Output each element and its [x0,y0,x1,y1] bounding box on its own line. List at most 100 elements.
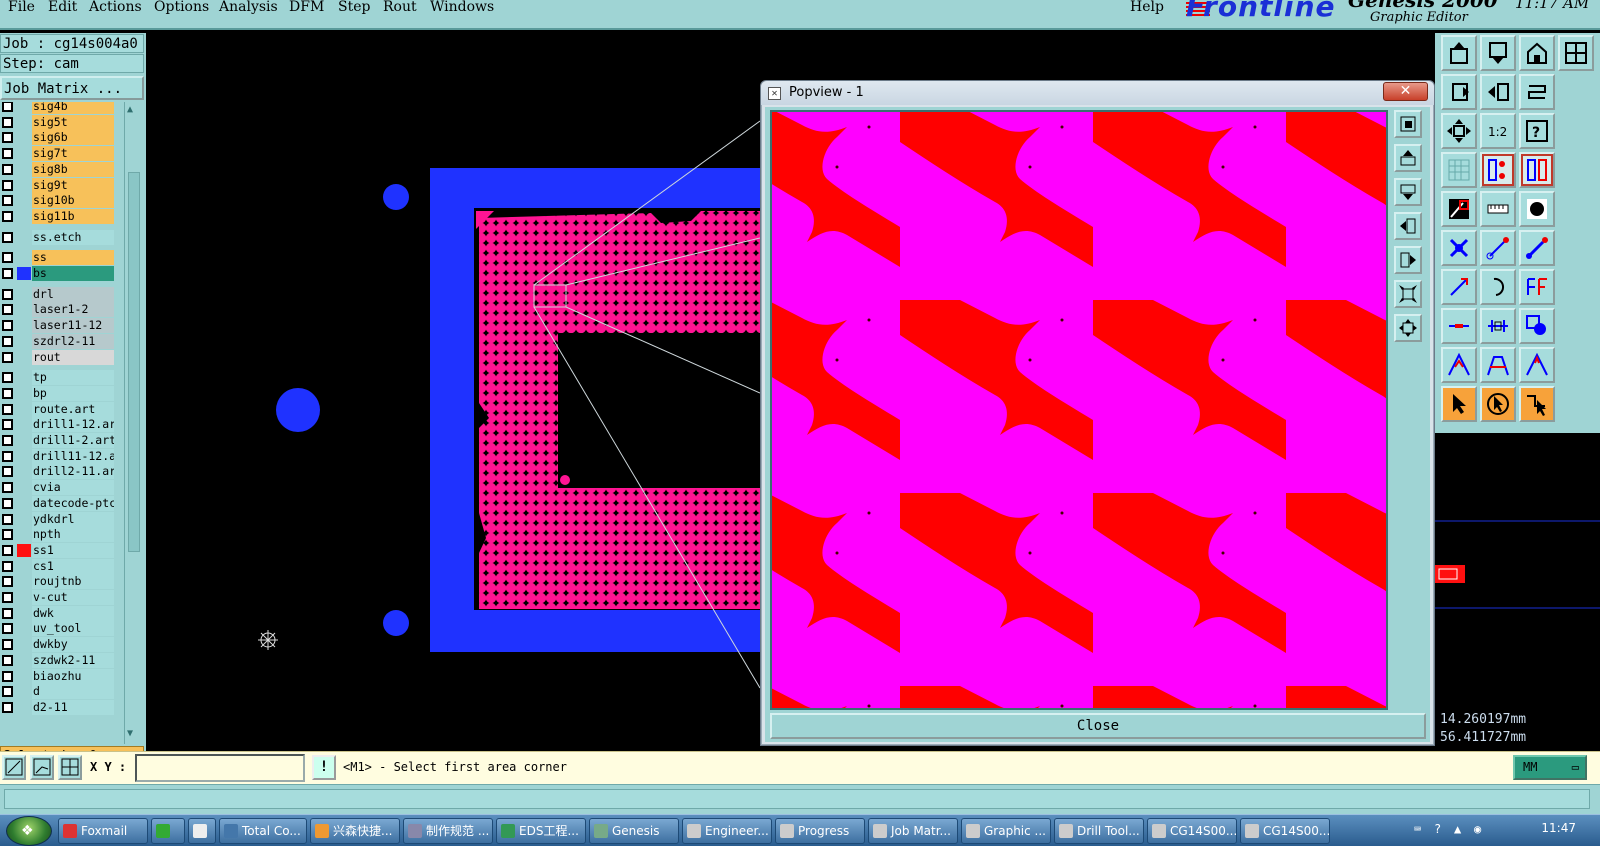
layer-name[interactable]: sig6b [32,130,114,146]
layer-row-uv-tool[interactable]: uv_tool [0,621,118,637]
layer-row-ss-etch[interactable]: ss.etch [0,229,118,245]
popview-titlebar[interactable]: ✕ Popview - 1 ✕ [761,81,1434,105]
layer-name[interactable]: dwkby [32,637,114,653]
layer-checkbox[interactable] [2,623,13,635]
window-close-icon[interactable]: ✕ [1383,82,1428,101]
layer-checkbox[interactable] [2,179,13,191]
menu-options[interactable]: Options [154,0,209,14]
layer-name[interactable]: route.art [32,401,114,417]
layer-checkbox[interactable] [2,701,13,713]
layer-checkbox[interactable] [2,372,13,384]
layer-name[interactable]: uv_tool [32,621,114,637]
layer-name[interactable]: bs [32,266,114,281]
rt-measure-icon[interactable] [1480,308,1516,344]
measure-mode-icon[interactable] [30,755,54,780]
rt-route-icon[interactable] [1519,347,1555,383]
zoom-graphic[interactable] [772,112,1386,708]
rt-select-area-icon[interactable] [1480,386,1516,422]
layer-name[interactable]: datecode-ptc [32,495,114,511]
layer-name[interactable]: npth [32,527,114,543]
layer-checkbox[interactable] [2,450,13,462]
layer-checkbox[interactable] [2,607,13,619]
rt-ruler-icon[interactable] [1480,191,1516,227]
layer-row-datecode-ptc[interactable]: datecode-ptc [0,495,118,511]
taskbar-button[interactable] [188,818,216,844]
layer-checkbox[interactable] [2,351,13,363]
taskbar-button[interactable]: 制作规范 ... [403,818,493,844]
layer-name[interactable]: cvia [32,480,114,496]
layer-checkbox[interactable] [2,419,13,431]
rt-text-icon[interactable] [1519,269,1555,305]
layer-name[interactable]: szdrl2-11 [32,333,114,349]
taskbar-button[interactable]: Drill Tool... [1054,818,1144,844]
rt-scale-icon[interactable]: 1:2 [1480,113,1516,149]
rt-layer-compare-icon[interactable] [1519,152,1555,188]
rt-move-icon[interactable] [1480,230,1516,266]
layer-name[interactable]: laser11-12 [32,318,114,334]
layer-name[interactable]: sig5t [32,114,114,130]
layer-name[interactable]: ydkdrl [32,511,114,527]
layer-name[interactable]: sig10b [32,193,114,209]
rt-select-net-icon[interactable] [1519,386,1555,422]
layer-row-sig5t[interactable]: sig5t [0,114,118,130]
rt-redo-icon[interactable] [1519,74,1555,110]
taskbar-button[interactable] [151,818,185,844]
layer-row-drill1-2-art[interactable]: drill1-2.art [0,433,118,448]
layer-row-sig11b[interactable]: sig11b [0,208,118,224]
menu-rout[interactable]: Rout [383,0,417,14]
rt-pad-icon[interactable] [1519,191,1555,227]
scroll-up-icon[interactable]: ▲ [127,104,133,115]
layer-row-ss1[interactable]: ss1 [0,542,118,558]
rt-window-right-icon[interactable] [1441,74,1477,110]
layer-name[interactable]: drill1-2.art [32,433,114,448]
layer-checkbox[interactable] [2,686,13,698]
rt-help-icon[interactable]: ? [1519,113,1555,149]
layer-row-d2-11[interactable]: d2-11 [0,699,118,715]
layer-name[interactable]: dwk [32,605,114,621]
layer-row-drill11-12-art[interactable]: drill11-12.art [0,448,118,464]
layer-checkbox[interactable] [2,529,13,541]
pv-pan-down-icon[interactable] [1394,178,1422,206]
layer-checkbox[interactable] [2,195,13,207]
tray-expand-icon[interactable]: ▲ [1454,822,1461,836]
layer-checkbox[interactable] [2,639,13,651]
layer-name[interactable]: sig4b [32,102,114,114]
layer-checkbox[interactable] [2,163,13,175]
layer-name[interactable]: sig8b [32,161,114,177]
layer-name[interactable]: v-cut [32,590,114,605]
layer-checkbox[interactable] [2,670,13,682]
layer-checkbox[interactable] [2,576,13,588]
layer-checkbox[interactable] [2,654,13,666]
layer-row-ss[interactable]: ss [0,250,118,266]
layer-name[interactable]: sig7t [32,146,114,162]
layer-name[interactable]: ss [32,250,114,266]
layer-name[interactable]: drill1-12.art [32,417,114,433]
help-tray-icon[interactable]: ? [1434,822,1441,836]
layer-row-szdrl2-11[interactable]: szdrl2-11 [0,333,118,349]
layer-row-laser11-12[interactable]: laser11-12 [0,318,118,334]
layer-checkbox[interactable] [2,435,13,446]
taskbar-button[interactable]: Engineer... [682,818,772,844]
layer-row-cvia[interactable]: cvia [0,480,118,496]
layer-row-sig9t[interactable]: sig9t [0,177,118,193]
grid-mode-icon[interactable] [58,755,82,780]
menu-file[interactable]: File [8,0,35,14]
layer-checkbox[interactable] [2,320,13,332]
layer-row-rout[interactable]: rout [0,349,118,365]
layer-name[interactable]: ss1 [32,542,114,558]
layer-checkbox[interactable] [2,466,13,478]
layer-scrollbar[interactable]: ▲ ▼ [124,102,142,744]
layer-checkbox[interactable] [2,513,13,525]
layer-checkbox[interactable] [2,132,13,144]
layer-row-sig4b[interactable]: sig4b [0,102,118,114]
pv-zoom-in-icon[interactable] [1394,314,1422,342]
layer-name[interactable]: sig11b [32,208,114,224]
taskbar-button[interactable]: Genesis [589,818,679,844]
popview-close-button[interactable]: Close [770,713,1426,739]
layer-checkbox[interactable] [2,148,13,160]
layer-name[interactable]: drl [32,286,114,302]
rt-outline-icon[interactable] [1480,347,1516,383]
layer-row-drill2-11-art[interactable]: drill2-11.art [0,464,118,480]
layer-row-route-art[interactable]: route.art [0,401,118,417]
taskbar-button[interactable]: Job Matr... [868,818,958,844]
